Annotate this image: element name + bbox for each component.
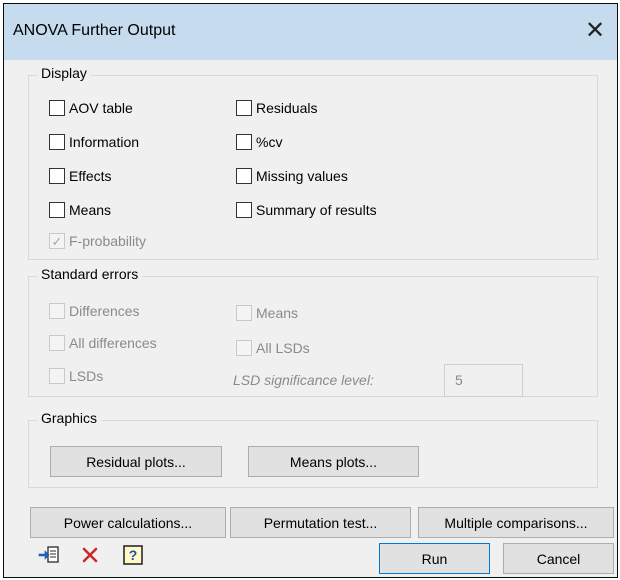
- residual-plots-button[interactable]: Residual plots...: [50, 446, 222, 477]
- clear-icon-button[interactable]: [77, 542, 103, 568]
- permutation-test-button[interactable]: Permutation test...: [230, 507, 411, 538]
- clear-x-icon: [82, 547, 98, 563]
- lsd-level-input: 5: [444, 364, 523, 397]
- lsds-checkbox: LSDs: [49, 368, 103, 384]
- missing-values-checkbox[interactable]: Missing values: [236, 168, 348, 184]
- means-plots-button[interactable]: Means plots...: [248, 446, 419, 477]
- se-means-checkbox: Means: [236, 305, 298, 321]
- all-lsds-checkbox: All LSDs: [236, 340, 310, 356]
- cancel-button[interactable]: Cancel: [503, 543, 614, 574]
- display-group-title: Display: [37, 65, 91, 81]
- standard-errors-group-title: Standard errors: [37, 266, 143, 282]
- title-bar: ANOVA Further Output ✕: [4, 4, 617, 60]
- f-probability-checkbox: ✓ F-probability: [49, 233, 146, 249]
- help-icon-button[interactable]: ?: [120, 542, 146, 568]
- run-button[interactable]: Run: [379, 543, 490, 574]
- help-icon: ?: [123, 545, 143, 565]
- summary-of-results-checkbox[interactable]: Summary of results: [236, 202, 377, 218]
- move-into-icon: [38, 546, 59, 563]
- multiple-comparisons-button[interactable]: Multiple comparisons...: [418, 507, 614, 538]
- close-icon: ✕: [584, 16, 606, 44]
- cv-checkbox[interactable]: %cv: [236, 134, 282, 150]
- graphics-group-title: Graphics: [37, 410, 102, 426]
- all-differences-checkbox: All differences: [49, 335, 157, 351]
- lsd-level-label: LSD significance level:: [233, 372, 374, 388]
- information-checkbox[interactable]: Information: [49, 134, 139, 150]
- close-button[interactable]: ✕: [573, 10, 617, 50]
- effects-checkbox[interactable]: Effects: [49, 168, 112, 184]
- move-to-icon-button[interactable]: [36, 542, 62, 568]
- aov-table-checkbox[interactable]: AOV table: [49, 100, 133, 116]
- svg-text:?: ?: [129, 547, 138, 563]
- power-calculations-button[interactable]: Power calculations...: [30, 507, 226, 538]
- window-title: ANOVA Further Output: [13, 22, 176, 39]
- anova-further-output-dialog: ANOVA Further Output ✕ Display AOV table…: [3, 3, 618, 578]
- residuals-checkbox[interactable]: Residuals: [236, 100, 317, 116]
- means-checkbox[interactable]: Means: [49, 202, 111, 218]
- differences-checkbox: Differences: [49, 303, 140, 319]
- check-icon: ✓: [49, 233, 65, 249]
